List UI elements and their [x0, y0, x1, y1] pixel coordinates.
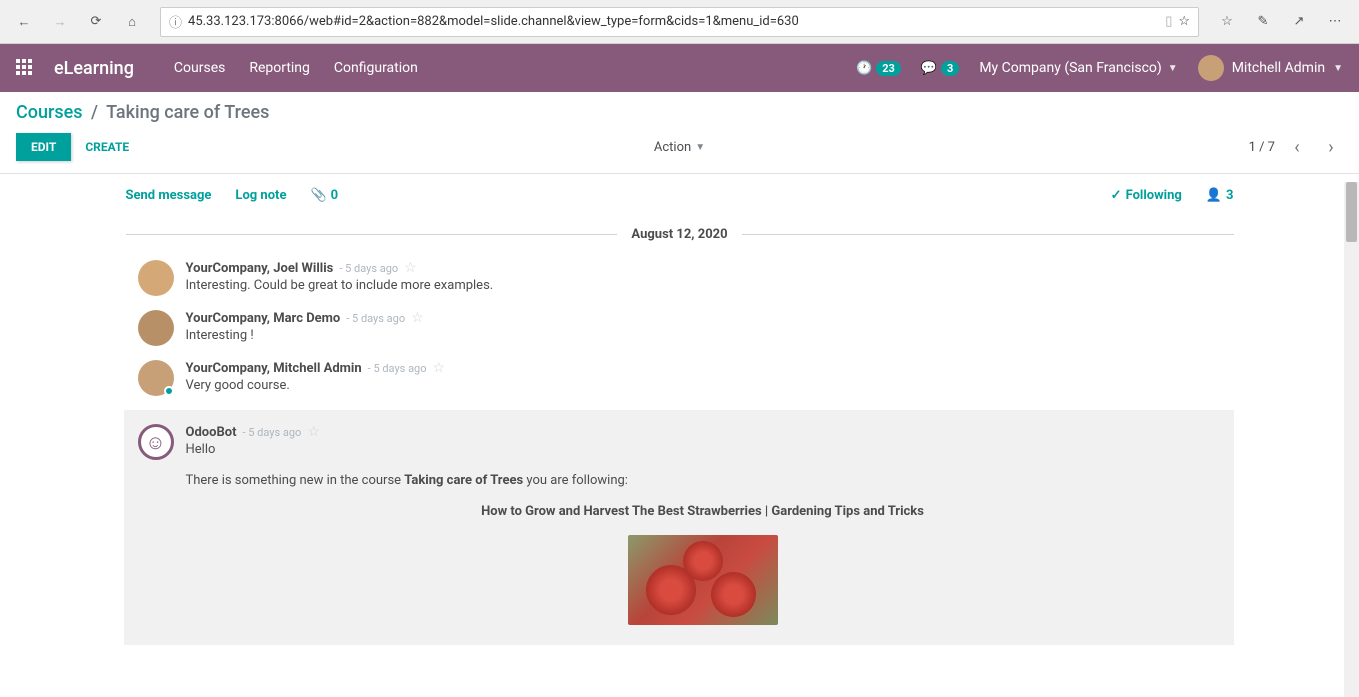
nav-configuration[interactable]: Configuration	[334, 60, 418, 76]
address-bar[interactable]: ⓘ ▯ ☆	[160, 7, 1199, 37]
message: YourCompany, Joel Willis - 5 days ago ☆ …	[126, 260, 1234, 296]
log-note-button[interactable]: Log note	[235, 188, 286, 203]
user-menu[interactable]: Mitchell Admin ▼	[1198, 55, 1343, 81]
message: YourCompany, Marc Demo - 5 days ago ☆ In…	[126, 310, 1234, 346]
browser-chrome: ← → ⟳ ⌂ ⓘ ▯ ☆ ☆ ✎ ↗ ⋯	[0, 0, 1359, 44]
message-author: OdooBot	[186, 425, 237, 440]
message-author: YourCompany, Marc Demo	[186, 311, 341, 326]
avatar	[1198, 55, 1224, 81]
message-time: - 5 days ago	[368, 362, 427, 375]
breadcrumb-current: Taking care of Trees	[106, 102, 269, 123]
pager: 1 / 7 ‹ ›	[1249, 135, 1343, 159]
caret-icon: ▼	[695, 142, 705, 153]
check-icon: ✓	[1111, 188, 1122, 203]
pen-icon[interactable]: ✎	[1247, 6, 1279, 38]
brand[interactable]: eLearning	[54, 58, 134, 79]
action-bar: Edit Create Action ▼ 1 / 7 ‹ ›	[0, 123, 1359, 174]
share-icon[interactable]: ↗	[1283, 6, 1315, 38]
message-time: - 5 days ago	[346, 312, 405, 325]
nav-reporting[interactable]: Reporting	[249, 60, 310, 76]
avatar	[138, 360, 174, 396]
star-icon[interactable]: ☆	[433, 360, 446, 376]
discuss-count: 3	[941, 61, 959, 76]
avatar	[138, 310, 174, 346]
scrollbar-thumb[interactable]	[1346, 182, 1357, 242]
content-thumbnail[interactable]	[628, 535, 778, 625]
forward-button[interactable]: →	[44, 6, 76, 38]
attachments-button[interactable]: 📎 0	[310, 188, 338, 203]
odoobot-line: There is something new in the course Tak…	[186, 473, 1220, 488]
date-divider: August 12, 2020	[126, 227, 1234, 242]
more-icon[interactable]: ⋯	[1319, 6, 1351, 38]
clock-icon: 🕐	[856, 61, 872, 76]
back-button[interactable]: ←	[8, 6, 40, 38]
odoobot-hello: Hello	[186, 442, 1220, 457]
pager-prev[interactable]: ‹	[1285, 135, 1309, 159]
message-author: YourCompany, Mitchell Admin	[186, 361, 362, 376]
caret-icon: ▼	[1168, 63, 1178, 74]
send-message-button[interactable]: Send message	[126, 188, 212, 203]
content-title: How to Grow and Harvest The Best Strawbe…	[186, 504, 1220, 519]
discuss-button[interactable]: 💬 3	[921, 61, 960, 76]
message-text: Very good course.	[186, 378, 1234, 393]
favorites-icon[interactable]: ☆	[1211, 6, 1243, 38]
chat-icon: 💬	[921, 61, 937, 76]
person-icon: 👤	[1206, 188, 1222, 203]
apps-icon[interactable]	[16, 59, 34, 77]
avatar	[138, 260, 174, 296]
pager-next[interactable]: ›	[1319, 135, 1343, 159]
chatter: Send message Log note 📎 0 ✓ Following 👤 …	[110, 174, 1250, 645]
activity-count: 23	[876, 61, 901, 76]
message: YourCompany, Mitchell Admin - 5 days ago…	[126, 360, 1234, 396]
odoobot-avatar: ☺	[138, 424, 174, 460]
activity-button[interactable]: 🕐 23	[856, 61, 901, 76]
home-button[interactable]: ⌂	[116, 6, 148, 38]
chatter-top: Send message Log note 📎 0 ✓ Following 👤 …	[126, 174, 1234, 217]
star-icon[interactable]: ☆	[404, 260, 417, 276]
message-time: - 5 days ago	[243, 426, 302, 439]
message-text: Interesting !	[186, 328, 1234, 343]
message-text: Interesting. Could be great to include m…	[186, 278, 1234, 293]
reader-icon[interactable]: ▯	[1165, 14, 1172, 29]
info-icon: ⓘ	[169, 12, 182, 31]
followers-button[interactable]: 👤 3	[1206, 188, 1234, 203]
star-icon[interactable]: ☆	[411, 310, 424, 326]
breadcrumb-root[interactable]: Courses	[16, 102, 83, 123]
online-indicator	[164, 386, 174, 396]
favorite-icon[interactable]: ☆	[1178, 14, 1190, 29]
message-time: - 5 days ago	[339, 262, 398, 275]
nav-courses[interactable]: Courses	[174, 60, 225, 76]
message-author: YourCompany, Joel Willis	[186, 261, 334, 276]
following-button[interactable]: ✓ Following	[1111, 188, 1182, 203]
action-dropdown[interactable]: Action ▼	[654, 140, 705, 155]
url-input[interactable]	[188, 14, 1159, 29]
odoobot-message: ☺ OdooBot - 5 days ago ☆ Hello There is …	[124, 410, 1234, 645]
star-icon[interactable]: ☆	[307, 424, 320, 440]
edit-button[interactable]: Edit	[16, 133, 71, 161]
breadcrumb: Courses / Taking care of Trees	[0, 92, 1359, 123]
top-nav: eLearning Courses Reporting Configuratio…	[0, 44, 1359, 92]
company-selector[interactable]: My Company (San Francisco) ▼	[979, 60, 1177, 76]
pager-text: 1 / 7	[1249, 140, 1275, 155]
paperclip-icon: 📎	[310, 188, 326, 203]
create-button[interactable]: Create	[85, 140, 129, 154]
scrollbar[interactable]	[1344, 182, 1359, 697]
caret-icon: ▼	[1333, 63, 1343, 74]
refresh-button[interactable]: ⟳	[80, 6, 112, 38]
